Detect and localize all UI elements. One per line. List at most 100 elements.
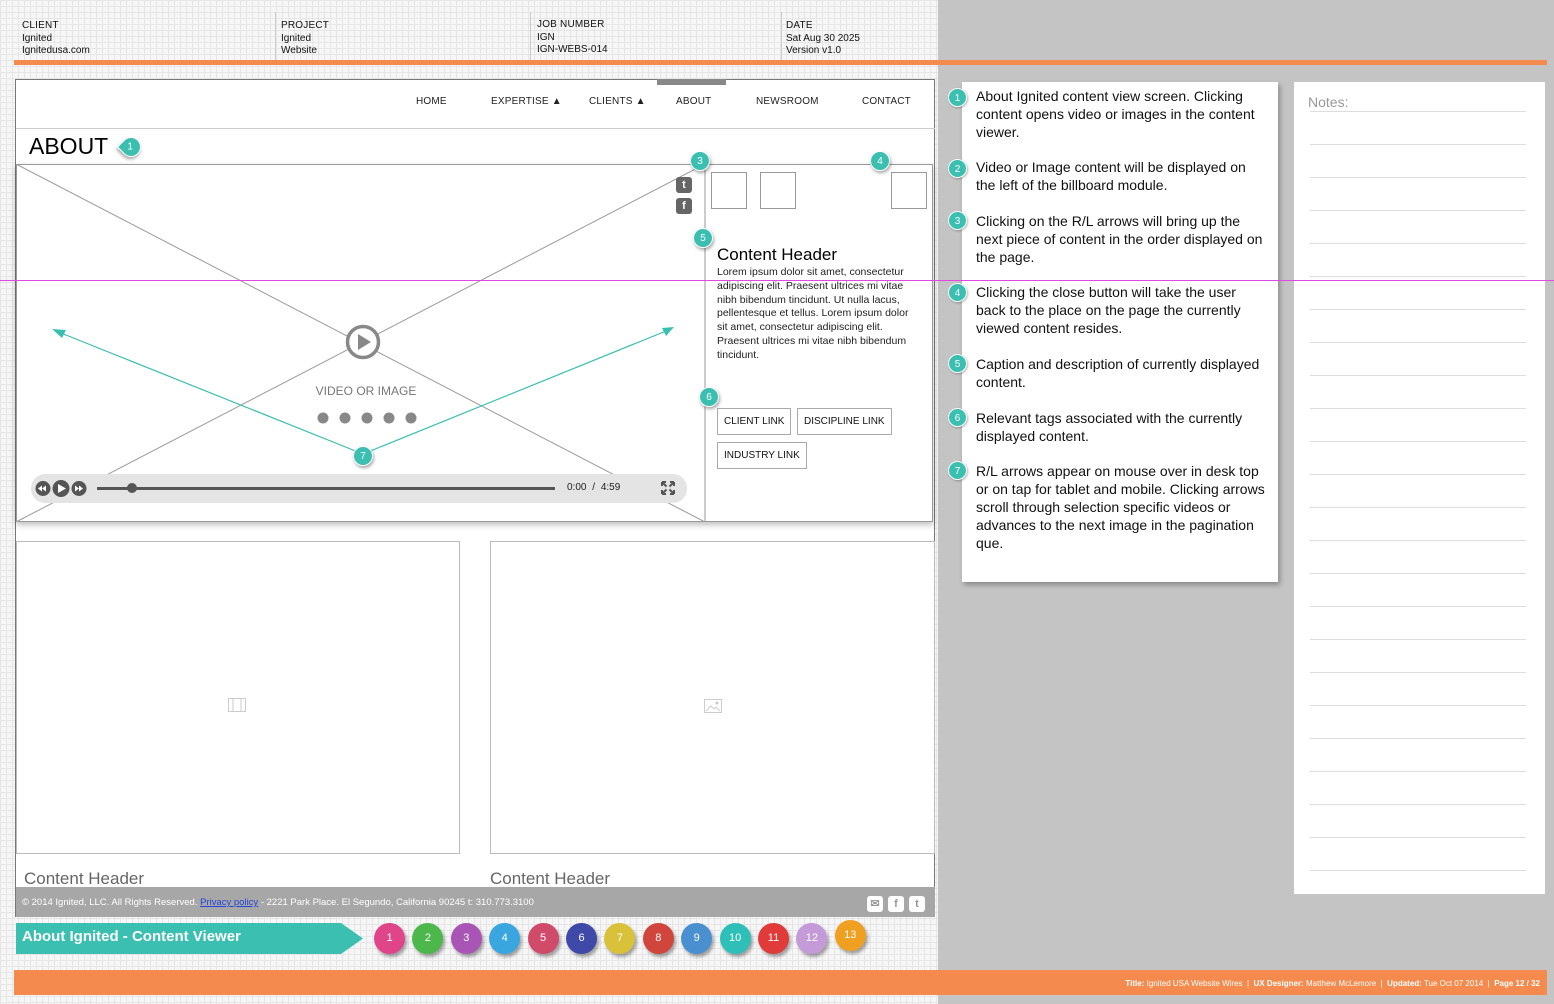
date-label: DATE <box>786 20 813 31</box>
job-label: JOB NUMBER <box>537 19 605 30</box>
playback-buttons[interactable] <box>34 479 90 498</box>
discipline-link-tag[interactable]: DISCIPLINE LINK <box>797 408 892 435</box>
page-dot-4[interactable]: 4 <box>489 923 521 954</box>
callout-marker-7: 7 <box>353 446 373 466</box>
page-title: ABOUT <box>29 133 109 159</box>
pagination-dot <box>317 412 329 424</box>
page-dot-13[interactable]: 13 <box>834 920 866 951</box>
facebook-footer-icon[interactable]: f <box>888 896 904 912</box>
note-line <box>1310 705 1526 706</box>
time-current: 0:00 <box>567 482 587 493</box>
nav-about[interactable]: ABOUT <box>676 96 711 107</box>
panel-header-left: Content Header <box>24 869 145 888</box>
annotation-text: R/L arrows appear on mouse over in desk … <box>976 463 1265 551</box>
nav-clients[interactable]: CLIENTS ▲ <box>589 96 646 107</box>
meta-divider <box>275 12 276 60</box>
twitter-footer-icon[interactable]: t <box>909 896 925 912</box>
content-header: Content Header <box>717 245 838 264</box>
nav-home[interactable]: HOME <box>416 96 447 107</box>
note-line <box>1310 210 1526 211</box>
callout-marker-6: 6 <box>699 387 719 407</box>
annotation-text: Clicking on the R/L arrows will bring up… <box>976 213 1263 265</box>
title-value: Ignited USA Website Wires <box>1146 979 1243 988</box>
note-line <box>1310 342 1526 343</box>
nav-newsroom[interactable]: NEWSROOM <box>756 96 819 107</box>
note-line <box>1310 408 1526 409</box>
note-line <box>1310 375 1526 376</box>
callout-marker-4: 4 <box>870 151 890 171</box>
annotation-number: 2 <box>948 159 967 178</box>
pagination-dot <box>339 412 351 424</box>
email-icon[interactable]: ✉ <box>867 896 883 912</box>
pagination-dot <box>361 412 373 424</box>
nav-expertise[interactable]: EXPERTISE ▲ <box>491 96 562 107</box>
close-button[interactable] <box>891 172 927 209</box>
page-dot-9[interactable]: 9 <box>681 923 713 954</box>
note-line <box>1310 111 1526 112</box>
left-arrow-head <box>52 329 66 338</box>
note-line <box>1310 771 1526 772</box>
industry-link-tag[interactable]: INDUSTRY LINK <box>717 442 807 469</box>
twitter-icon[interactable]: t <box>676 177 692 193</box>
client-meta: CLIENT Ignited Ignitedusa.com <box>22 20 90 58</box>
updated-value: Tue Oct 07 2014 <box>1423 979 1484 988</box>
privacy-policy-link[interactable]: Privacy policy <box>200 897 258 908</box>
project-label: PROJECT <box>281 20 330 31</box>
version-value: Version v1.0 <box>786 45 842 56</box>
annotation-text: Clicking the close button will take the … <box>976 284 1241 336</box>
note-line <box>1310 804 1526 805</box>
nav-active-indicator <box>657 79 726 85</box>
prev-content-thumb[interactable] <box>711 172 747 209</box>
annotation-text: Video or Image content will be displayed… <box>976 159 1246 193</box>
designer-value: Matthew McLemore <box>1305 979 1377 988</box>
progress-handle[interactable] <box>127 483 137 493</box>
annotation-text: Caption and description of currently dis… <box>976 356 1260 390</box>
fullscreen-icon[interactable] <box>661 481 675 495</box>
note-line <box>1310 243 1526 244</box>
annotation-number: 7 <box>948 461 967 480</box>
callout-marker-5: 5 <box>693 228 713 248</box>
note-line <box>1310 177 1526 178</box>
note-line <box>1310 507 1526 508</box>
page-dot-3[interactable]: 3 <box>450 923 482 954</box>
client-name: Ignited <box>22 32 53 44</box>
annotation-number: 6 <box>948 408 967 427</box>
image-icon <box>704 699 722 713</box>
note-line <box>1310 837 1526 838</box>
nav-divider <box>16 128 935 129</box>
note-line <box>1310 441 1526 442</box>
content-panel-right[interactable] <box>490 541 935 854</box>
updated-label: Updated: <box>1387 979 1422 988</box>
job-meta: JOB NUMBER IGN IGN-WEBS-014 <box>537 19 608 57</box>
note-line <box>1310 474 1526 475</box>
time-readout: 0:00 / 4:59 <box>567 482 620 493</box>
note-line <box>1310 144 1526 145</box>
nav-contact[interactable]: CONTACT <box>862 96 911 107</box>
page-dot-11[interactable]: 11 <box>758 923 789 954</box>
client-label: CLIENT <box>22 20 59 31</box>
page-dot-1[interactable]: 1 <box>374 923 405 954</box>
panel-header-right: Content Header <box>490 869 611 888</box>
note-line <box>1310 672 1526 673</box>
page-dot-6[interactable]: 6 <box>566 923 597 954</box>
facebook-icon[interactable]: f <box>676 198 692 214</box>
project-type: Website <box>281 45 317 56</box>
page-dot-10[interactable]: 10 <box>719 923 751 954</box>
footer-copyright: © 2014 Ignited, LLC. All Rights Reserved… <box>22 897 198 908</box>
meta-divider <box>781 12 782 60</box>
header-rule <box>14 60 1547 65</box>
annotation-number: 3 <box>948 211 967 230</box>
designer-label: UX Designer: <box>1253 979 1304 988</box>
media-placeholder-label: VIDEO OR IMAGE <box>315 384 417 398</box>
footer-text: © 2014 Ignited, LLC. All Rights Reserved… <box>22 897 534 908</box>
note-line <box>1310 870 1526 871</box>
page-number: Page 12 / 32 <box>1494 979 1540 988</box>
client-link-tag[interactable]: CLIENT LINK <box>717 408 792 435</box>
progress-track[interactable] <box>97 487 555 490</box>
page-dot-5[interactable]: 5 <box>527 923 559 954</box>
annotation-text: About Ignited content view screen. Click… <box>976 88 1255 140</box>
next-content-thumb[interactable] <box>760 172 796 209</box>
time-total: 4:59 <box>600 482 621 493</box>
page-dot-8[interactable]: 8 <box>642 923 674 954</box>
film-icon <box>228 698 246 712</box>
